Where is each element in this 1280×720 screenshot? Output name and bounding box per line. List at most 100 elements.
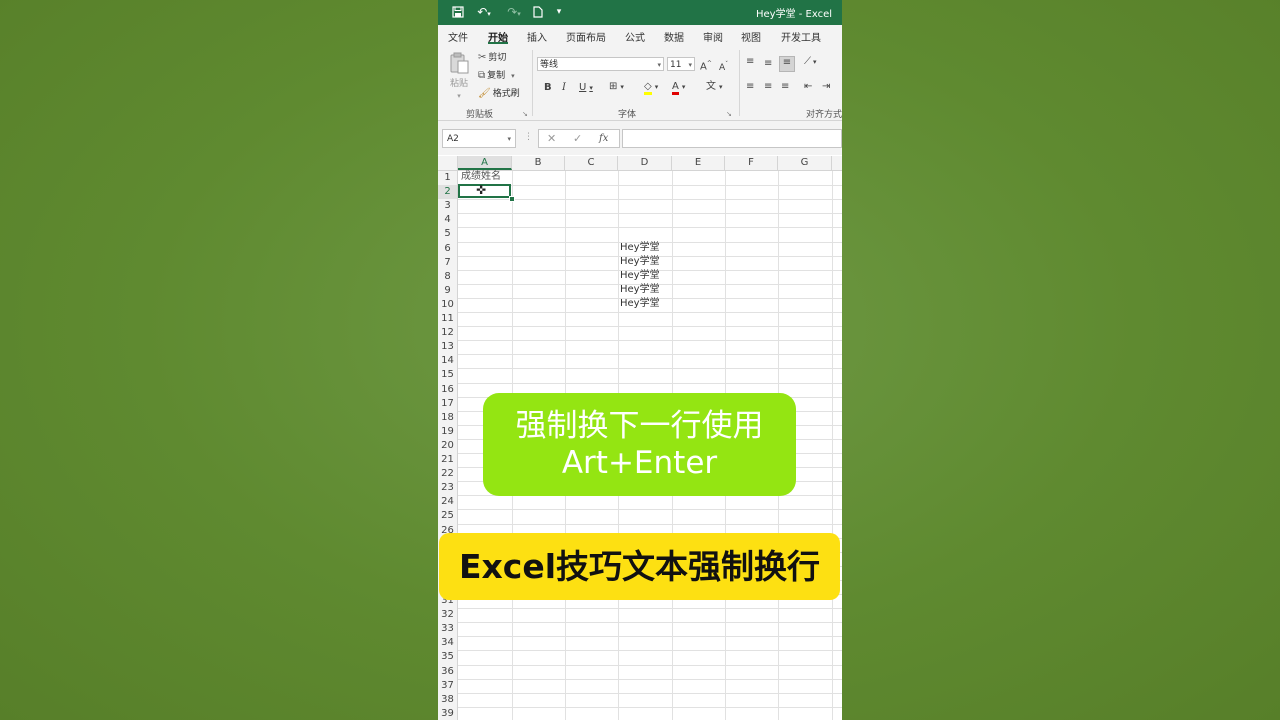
- cut-button[interactable]: ✂ 剪切: [478, 52, 506, 64]
- column-header-g[interactable]: G: [778, 156, 832, 170]
- row-header-4[interactable]: 4: [438, 213, 457, 227]
- row-header-32[interactable]: 32: [438, 608, 457, 622]
- row-header-19[interactable]: 19: [438, 425, 457, 439]
- align-center-icon[interactable]: ≡: [764, 81, 772, 93]
- cell-d7[interactable]: Hey学堂: [620, 255, 660, 269]
- fill-handle[interactable]: [509, 196, 515, 202]
- font-color-button[interactable]: A ▾: [672, 81, 685, 95]
- format-painter-button[interactable]: 🖌 格式刷: [478, 88, 520, 100]
- phonetic-icon: 文: [706, 81, 716, 92]
- font-launcher-icon[interactable]: ↘: [726, 108, 732, 120]
- row-header-17[interactable]: 17: [438, 397, 457, 411]
- font-name-select[interactable]: 等线 ▾: [537, 57, 664, 71]
- tab-view[interactable]: 视图: [741, 29, 761, 44]
- align-left-icon[interactable]: ≡: [746, 81, 754, 93]
- select-all-corner[interactable]: [438, 156, 458, 170]
- row-header-22[interactable]: 22: [438, 467, 457, 481]
- row-header-37[interactable]: 37: [438, 679, 457, 693]
- column-header-a[interactable]: A: [458, 156, 512, 170]
- row-header-15[interactable]: 15: [438, 368, 457, 382]
- paste-button[interactable]: 粘贴 ▾: [448, 52, 470, 102]
- row-header-16[interactable]: 16: [438, 383, 457, 397]
- row-header-25[interactable]: 25: [438, 509, 457, 523]
- column-header-d[interactable]: D: [618, 156, 672, 170]
- tab-page-layout[interactable]: 页面布局: [566, 29, 606, 44]
- copy-button[interactable]: ⧉ 复制 ▾: [478, 70, 515, 82]
- font-name-value: 等线: [540, 60, 559, 70]
- row-header-36[interactable]: 36: [438, 665, 457, 679]
- fill-color-button[interactable]: ◇ ▾: [644, 81, 658, 95]
- borders-button[interactable]: ⊞ ▾: [609, 81, 624, 93]
- row-header-35[interactable]: 35: [438, 650, 457, 664]
- insert-function-icon[interactable]: fx: [599, 131, 608, 147]
- align-right-icon[interactable]: ≡: [781, 81, 789, 93]
- column-header-e[interactable]: E: [672, 156, 725, 170]
- font-size-select[interactable]: 11 ▾: [667, 57, 695, 71]
- align-top-icon[interactable]: ≡: [746, 56, 754, 68]
- row-header-12[interactable]: 12: [438, 326, 457, 340]
- redo-icon[interactable]: ↷▾: [502, 3, 526, 21]
- save-icon[interactable]: [450, 3, 466, 21]
- row-header-34[interactable]: 34: [438, 636, 457, 650]
- chevron-down-icon: ▾: [507, 135, 511, 143]
- row-header-24[interactable]: 24: [438, 495, 457, 509]
- underline-button[interactable]: U ▾: [579, 82, 593, 94]
- cell-a1[interactable]: 成绩姓名: [461, 170, 501, 184]
- bold-button[interactable]: B: [544, 82, 552, 94]
- cell-d10[interactable]: Hey学堂: [620, 297, 660, 311]
- row-header-3[interactable]: 3: [438, 199, 457, 213]
- decrease-indent-icon[interactable]: ⇤: [804, 81, 812, 93]
- row-header-10[interactable]: 10: [438, 298, 457, 312]
- row-header-6[interactable]: 6: [438, 242, 457, 256]
- name-box[interactable]: A2 ▾: [442, 129, 516, 148]
- align-bottom-icon[interactable]: ≡: [779, 56, 795, 72]
- confirm-icon[interactable]: ✓: [573, 131, 582, 147]
- underline-icon: U: [579, 82, 587, 93]
- row-header-39[interactable]: 39: [438, 707, 457, 720]
- cell-d8[interactable]: Hey学堂: [620, 269, 660, 283]
- undo-icon[interactable]: ↶▾: [472, 3, 496, 21]
- row-header-2[interactable]: 2: [438, 185, 457, 200]
- grow-font-button[interactable]: A^: [700, 58, 712, 73]
- new-file-icon[interactable]: [530, 3, 546, 21]
- tab-review[interactable]: 审阅: [703, 29, 723, 44]
- column-header-f[interactable]: F: [725, 156, 778, 170]
- row-header-33[interactable]: 33: [438, 622, 457, 636]
- grid-line: [458, 368, 842, 370]
- tab-developer[interactable]: 开发工具: [781, 29, 821, 44]
- cell-d9[interactable]: Hey学堂: [620, 283, 660, 297]
- shrink-font-button[interactable]: Aˇ: [719, 59, 728, 74]
- tab-insert[interactable]: 插入: [527, 29, 547, 44]
- row-header-9[interactable]: 9: [438, 284, 457, 298]
- copy-label: 复制: [487, 71, 506, 81]
- customize-icon[interactable]: ▾: [552, 3, 566, 21]
- row-header-8[interactable]: 8: [438, 270, 457, 284]
- ribbon-separator: [739, 50, 740, 116]
- cancel-icon[interactable]: ✕: [547, 131, 556, 147]
- row-header-1[interactable]: 1: [438, 171, 457, 185]
- row-header-13[interactable]: 13: [438, 340, 457, 354]
- row-header-11[interactable]: 11: [438, 312, 457, 326]
- row-header-20[interactable]: 20: [438, 439, 457, 453]
- row-header-21[interactable]: 21: [438, 453, 457, 467]
- column-header-c[interactable]: C: [565, 156, 618, 170]
- row-header-7[interactable]: 7: [438, 256, 457, 270]
- row-header-23[interactable]: 23: [438, 481, 457, 495]
- orientation-icon[interactable]: ⟋ ▾: [804, 56, 817, 68]
- italic-button[interactable]: I: [562, 82, 566, 94]
- formula-input[interactable]: [622, 129, 842, 148]
- align-middle-icon[interactable]: ≡: [764, 58, 772, 70]
- tab-formulas[interactable]: 公式: [625, 29, 645, 44]
- title-bar: ↶▾ ↷▾ ▾ Hey学堂 - Excel: [438, 0, 842, 25]
- row-header-5[interactable]: 5: [438, 227, 457, 241]
- row-header-14[interactable]: 14: [438, 354, 457, 368]
- row-header-18[interactable]: 18: [438, 411, 457, 425]
- tab-file[interactable]: 文件: [448, 29, 468, 44]
- increase-indent-icon[interactable]: ⇥: [822, 81, 830, 93]
- phonetic-button[interactable]: 文 ▾: [706, 81, 723, 93]
- tab-data[interactable]: 数据: [664, 29, 684, 44]
- cell-d6[interactable]: Hey学堂: [620, 241, 660, 255]
- row-header-38[interactable]: 38: [438, 693, 457, 707]
- clipboard-launcher-icon[interactable]: ↘: [522, 108, 528, 120]
- column-header-b[interactable]: B: [512, 156, 565, 170]
